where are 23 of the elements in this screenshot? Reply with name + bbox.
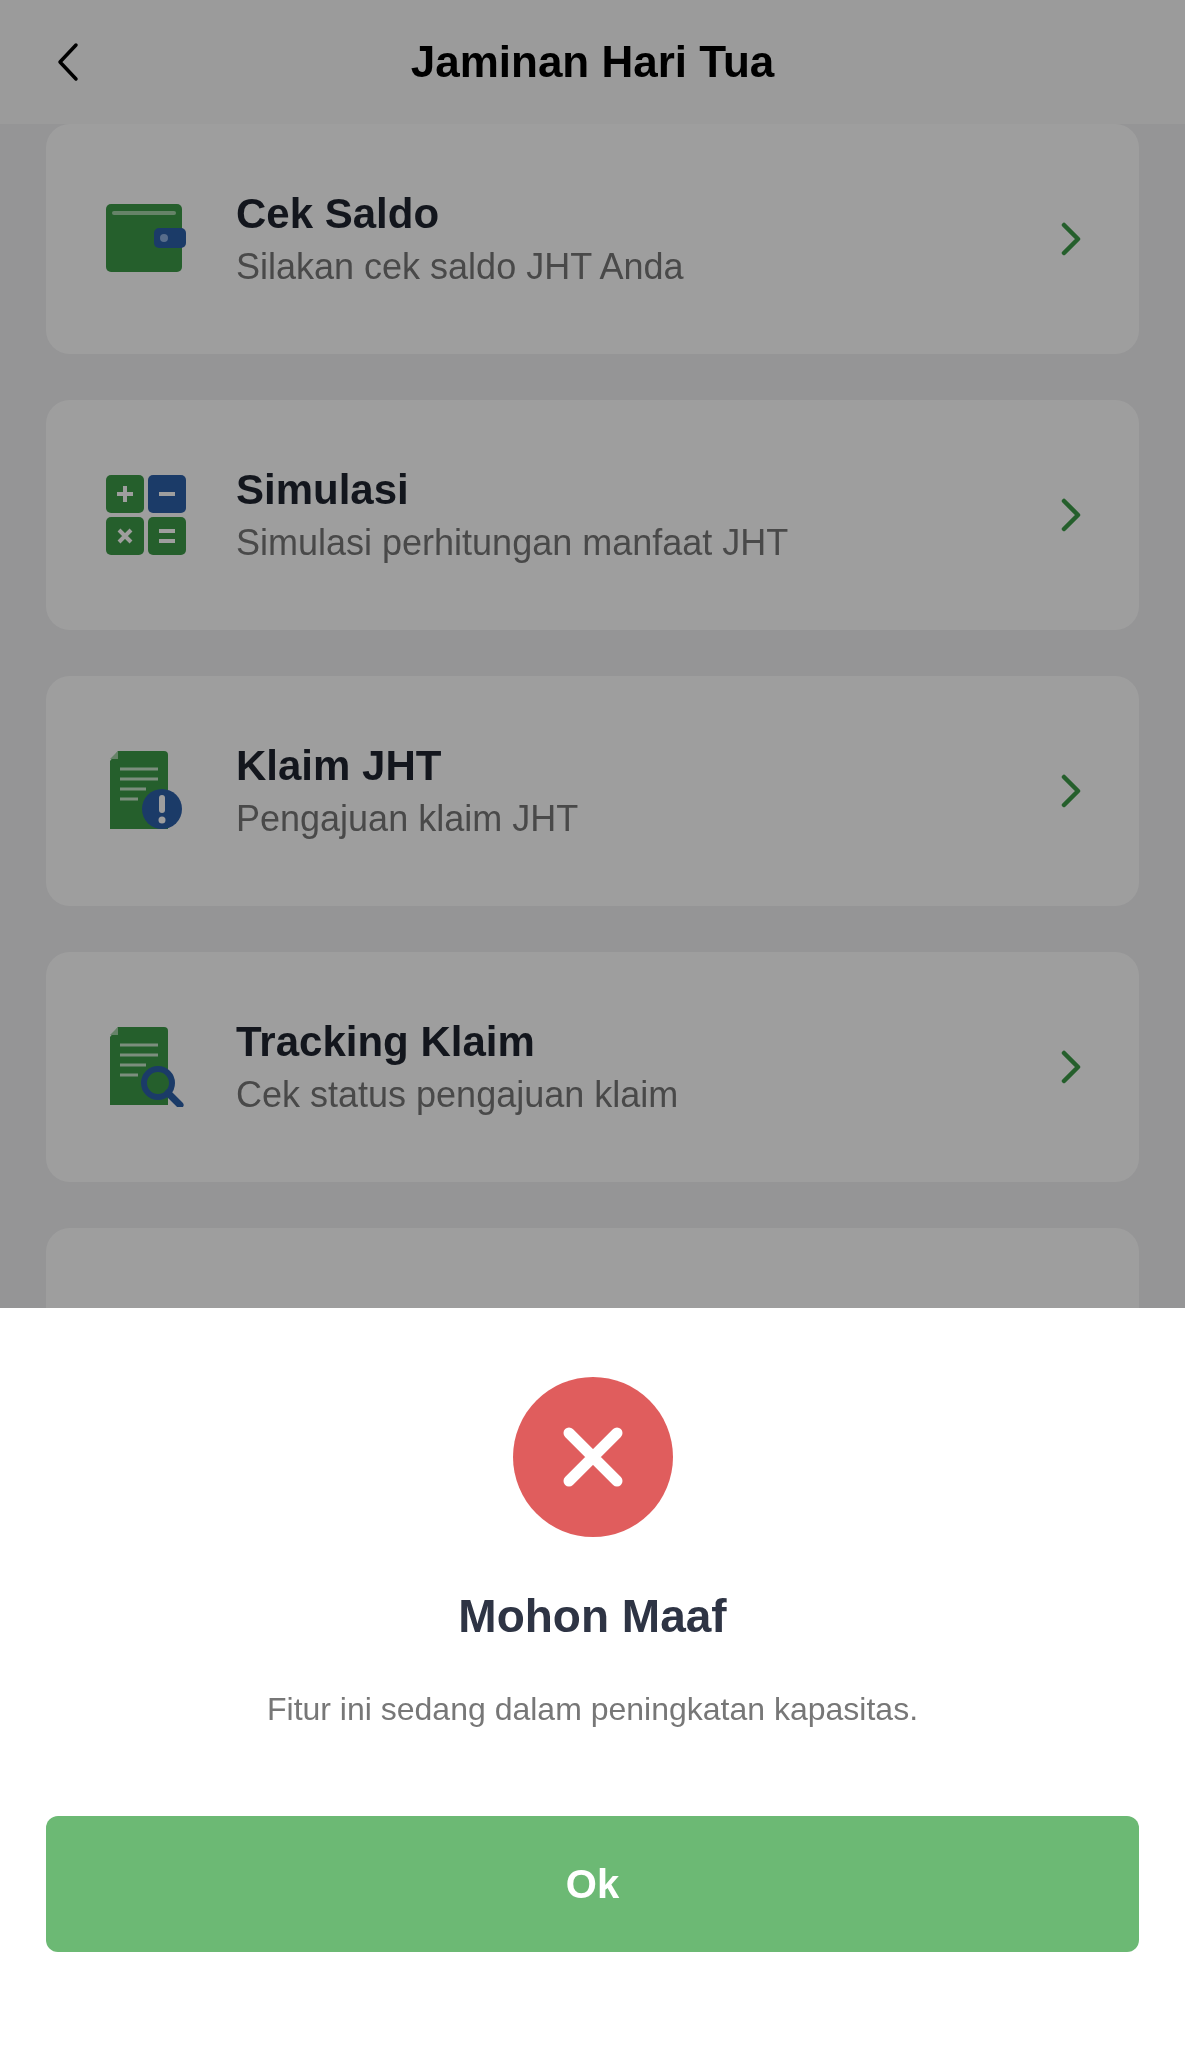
menu-item-subtitle: Simulasi perhitungan manfaat JHT bbox=[236, 522, 790, 564]
menu-item[interactable]: Simulasi Simulasi perhitungan manfaat JHT bbox=[46, 400, 1139, 630]
chevron-right-icon bbox=[1061, 498, 1081, 532]
menu-item-title: Tracking Klaim bbox=[236, 1018, 536, 1066]
menu-item[interactable]: Tracking Klaim Cek status pengajuan klaim bbox=[46, 952, 1139, 1182]
menu-item-subtitle: Pengajuan klaim JHT bbox=[236, 798, 580, 840]
chevron-right-icon bbox=[1061, 774, 1081, 808]
menu-item[interactable]: Klaim JHT Pengajuan klaim JHT bbox=[46, 676, 1139, 906]
menu-item[interactable]: Cek Saldo Silakan cek saldo JHT Anda bbox=[46, 124, 1139, 354]
wallet-icon bbox=[106, 204, 186, 274]
chevron-right-icon bbox=[1061, 1050, 1081, 1084]
menu-item-title: Simulasi bbox=[236, 466, 410, 514]
dialog-title: Mohon Maaf bbox=[458, 1589, 727, 1643]
error-icon bbox=[512, 1377, 673, 1537]
page-title: Jaminan Hari Tua bbox=[410, 37, 775, 87]
menu-item-subtitle: Cek status pengajuan klaim bbox=[236, 1074, 680, 1116]
chevron-right-icon bbox=[1061, 222, 1081, 256]
menu-item-title: Cek Saldo bbox=[236, 190, 441, 238]
calculator-icon bbox=[106, 475, 186, 555]
dialog-message: Fitur ini sedang dalam peningkatan kapasitas. bbox=[266, 1691, 919, 1728]
menu-item-title: Klaim JHT bbox=[236, 742, 443, 790]
menu-item-subtitle: Silakan cek saldo JHT Anda bbox=[236, 246, 685, 288]
back-icon[interactable] bbox=[56, 42, 80, 82]
